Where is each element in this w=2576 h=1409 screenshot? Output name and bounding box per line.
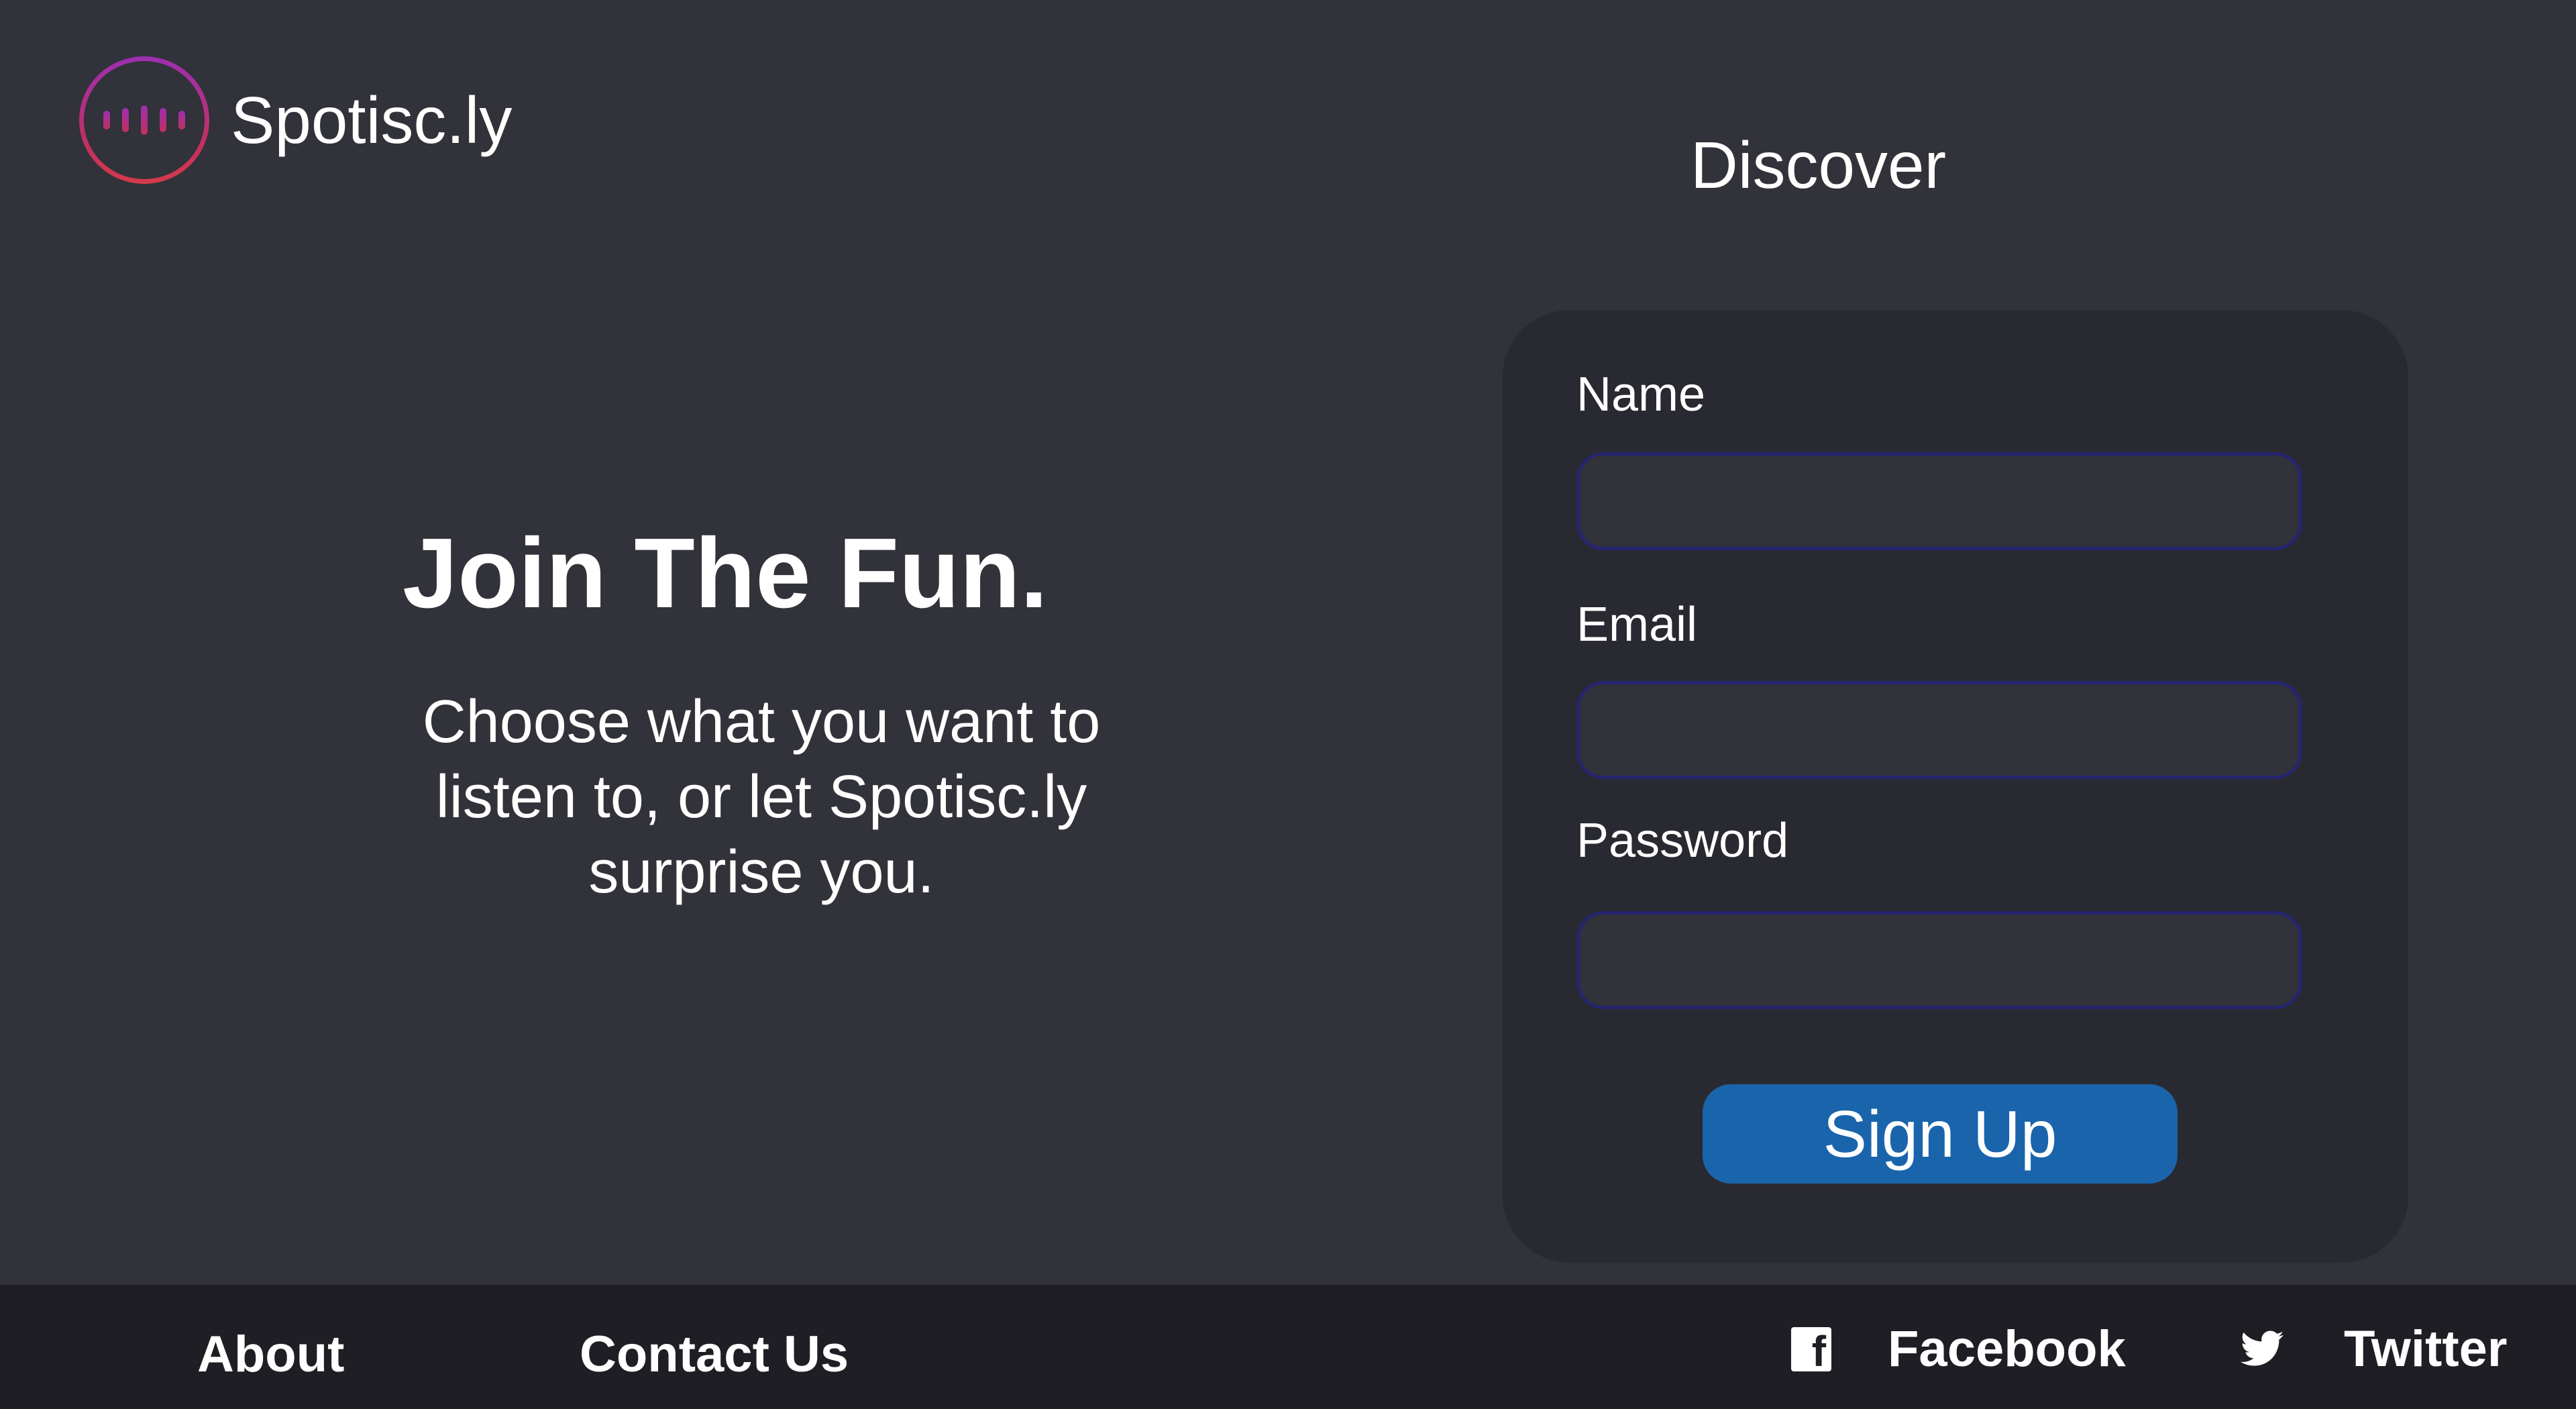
footer-contact-link[interactable]: Contact Us	[580, 1325, 849, 1384]
logo-soundwave-icon	[79, 56, 209, 184]
nav-discover-link[interactable]: Discover	[1690, 127, 1946, 203]
twitter-label: Twitter	[2344, 1320, 2508, 1377]
name-field[interactable]	[1576, 452, 2302, 550]
email-field[interactable]	[1576, 681, 2302, 779]
footer-about-link[interactable]: About	[197, 1325, 344, 1384]
email-label: Email	[1576, 598, 1698, 651]
signup-page: Spotisc.ly Discover Join The Fun. Choose…	[0, 0, 2576, 1409]
facebook-icon: f	[1791, 1326, 1831, 1373]
password-label: Password	[1576, 814, 1789, 868]
facebook-label: Facebook	[1888, 1320, 2126, 1377]
name-label: Name	[1576, 368, 1706, 421]
sign-up-button[interactable]: Sign Up	[1703, 1084, 2178, 1184]
twitter-icon	[2241, 1330, 2284, 1366]
hero-subtitle: Choose what you want to listen to, or le…	[422, 688, 1101, 906]
signup-card: Name Email Password Sign Up	[1503, 310, 2408, 1263]
password-field[interactable]	[1576, 911, 2302, 1009]
brand[interactable]: Spotisc.ly	[79, 56, 512, 184]
brand-name: Spotisc.ly	[231, 83, 513, 157]
hero-title: Join The Fun.	[402, 518, 1048, 629]
facebook-link[interactable]: f Facebook	[1791, 1320, 2126, 1378]
footer: About Contact Us f Facebook Twitter	[0, 1285, 2576, 1409]
twitter-link[interactable]: Twitter	[2241, 1320, 2507, 1378]
